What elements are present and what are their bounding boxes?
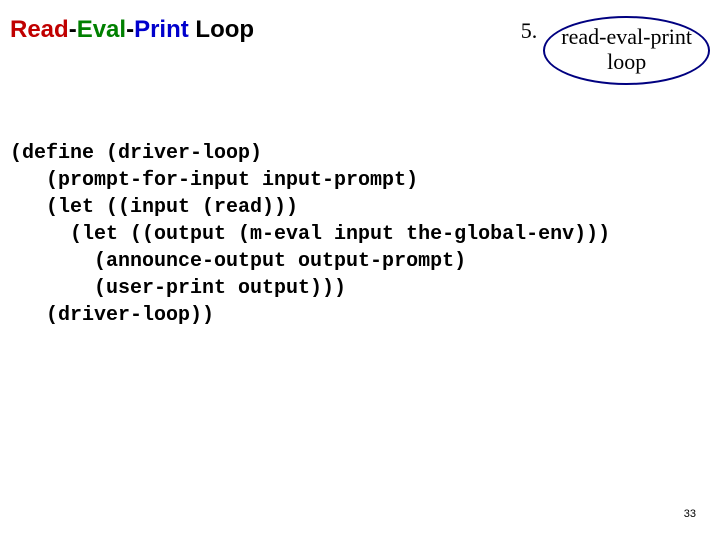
title-word-loop: Loop	[189, 16, 254, 43]
code-line: (announce-output output-prompt)	[10, 250, 466, 273]
slide-title: Read-Eval-Print Loop	[10, 16, 501, 44]
code-line: (let ((output (m-eval input the-global-e…	[10, 223, 610, 246]
code-line: (driver-loop))	[10, 304, 214, 327]
badge-line-1: read-eval-print	[561, 24, 692, 49]
code-line: (let ((input (read)))	[10, 196, 298, 219]
title-word-eval: Eval	[77, 16, 126, 43]
code-line: (user-print output)))	[10, 277, 346, 300]
step-number: 5.	[521, 18, 538, 44]
step-badge-group: 5. read-eval-print loop	[521, 16, 710, 85]
title-word-read: Read	[10, 16, 69, 43]
title-dash-1: -	[69, 16, 77, 43]
title-word-print: Print	[134, 16, 189, 43]
badge-line-2: loop	[561, 49, 692, 74]
slide-header: Read-Eval-Print Loop 5. read-eval-print …	[0, 0, 720, 85]
code-block: (define (driver-loop) (prompt-for-input …	[0, 85, 720, 329]
page-number: 33	[684, 508, 696, 520]
title-dash-2: -	[126, 16, 134, 43]
code-line: (prompt-for-input input-prompt)	[10, 169, 418, 192]
code-line: (define (driver-loop)	[10, 142, 262, 165]
step-badge: read-eval-print loop	[543, 16, 710, 85]
